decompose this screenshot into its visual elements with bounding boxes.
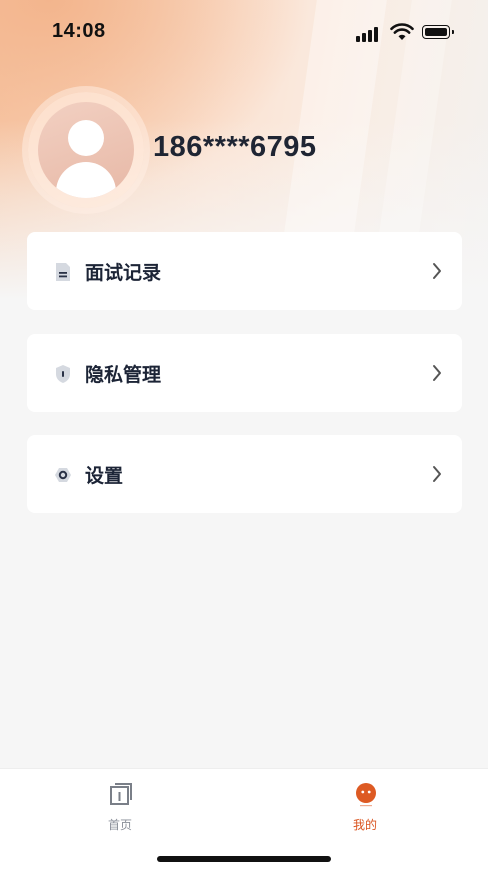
- tab-home[interactable]: 首页: [60, 769, 180, 839]
- tab-label: 首页: [107, 818, 132, 832]
- status-time: 14:08: [52, 20, 106, 42]
- chevron-right-icon: [433, 365, 441, 381]
- menu-item-privacy[interactable]: 隐私管理: [27, 334, 462, 412]
- status-bar: 14:08: [0, 0, 488, 66]
- chevron-right-icon: [433, 263, 441, 279]
- cellular-signal-icon: [356, 26, 382, 42]
- battery-icon: [422, 25, 454, 39]
- menu-item-label: 面试记录: [85, 262, 162, 284]
- home-tab-icon: [110, 783, 132, 805]
- shield-icon: [56, 365, 70, 383]
- tab-label: 我的: [352, 818, 377, 832]
- menu-item-label: 设置: [85, 465, 124, 487]
- wifi-icon: [390, 23, 414, 40]
- gear-icon: [55, 468, 71, 482]
- chevron-right-icon: [433, 466, 441, 482]
- mine-tab-icon: [356, 783, 376, 807]
- avatar[interactable]: [38, 102, 134, 198]
- menu-item-label: 隐私管理: [85, 364, 162, 386]
- menu-item-settings[interactable]: 设置: [27, 435, 462, 513]
- document-icon: [56, 263, 70, 281]
- home-indicator: [157, 856, 331, 862]
- user-phone: 186****6795: [153, 131, 317, 163]
- tab-mine[interactable]: 我的: [305, 769, 425, 839]
- menu-item-interview-records[interactable]: 面试记录: [27, 232, 462, 310]
